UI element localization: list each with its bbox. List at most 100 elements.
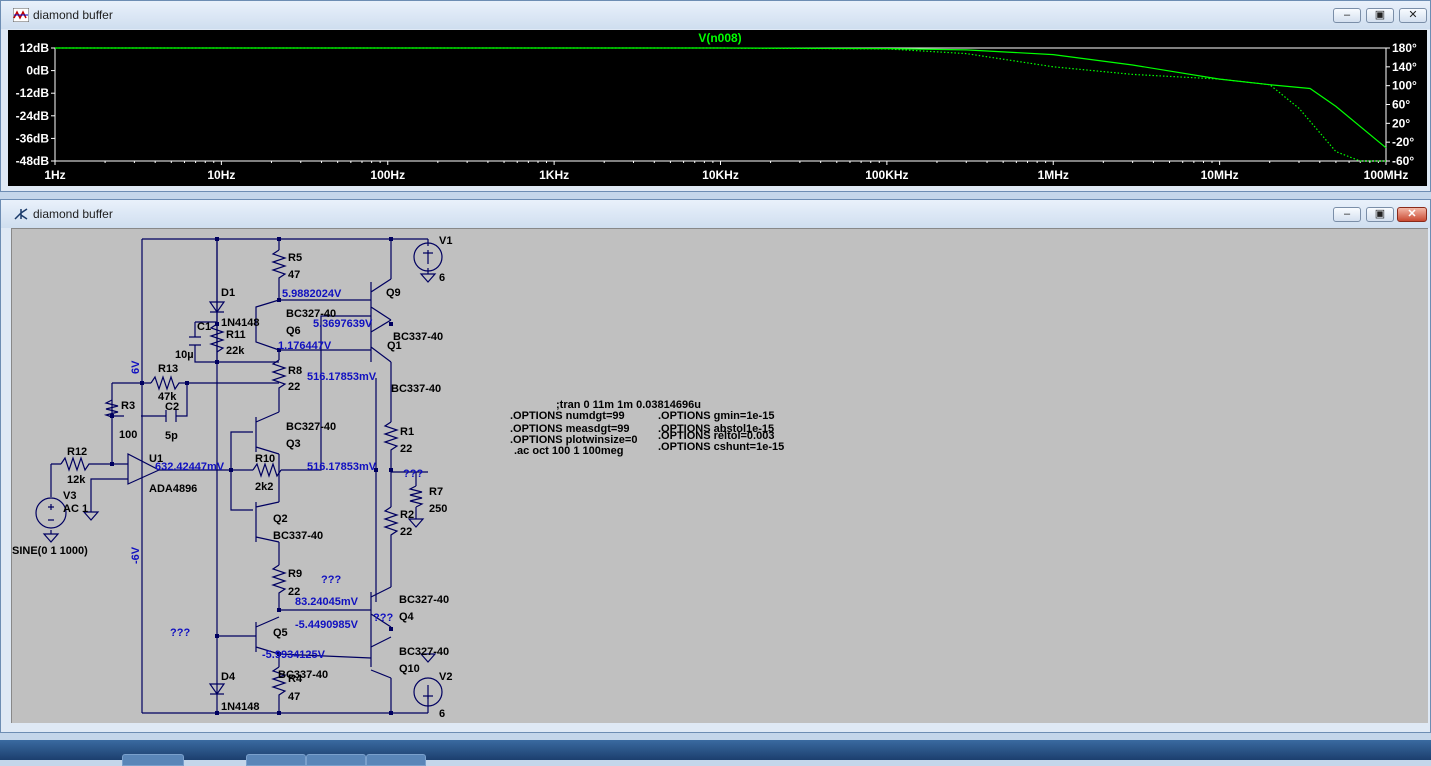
- x-tick-label: 1Hz: [44, 168, 65, 182]
- plus6v-net-label[interactable]: 6V: [130, 360, 142, 374]
- bode-plot-svg: 12dB 0dB -12dB -24dB -36dB -48dB 180° 140° 100° 6…: [16, 31, 1417, 182]
- taskbar-button[interactable]: [122, 754, 184, 766]
- q10-value[interactable]: BC327-40: [399, 646, 449, 658]
- q10-name[interactable]: Q10: [399, 663, 420, 675]
- schematic-window-titlebar[interactable]: diamond buffer ‒ ▣ ✕: [1, 200, 1430, 228]
- voltage-label[interactable]: 516.17853mV: [307, 371, 377, 383]
- voltage-label[interactable]: -5.4490985V: [295, 619, 359, 631]
- r1-name[interactable]: R1: [400, 426, 414, 438]
- d1-value[interactable]: 1N4148: [221, 317, 260, 329]
- r10-value[interactable]: 2k2: [255, 481, 273, 493]
- r8-value[interactable]: 22: [288, 381, 300, 393]
- q4-name[interactable]: Q4: [399, 611, 415, 623]
- q4-value[interactable]: BC327-40: [399, 594, 449, 606]
- voltage-label[interactable]: 83.24045mV: [295, 596, 359, 608]
- c1-value[interactable]: 10µ: [175, 349, 194, 361]
- q3-value[interactable]: BC327-40: [286, 421, 336, 433]
- r4-name[interactable]: R4: [288, 673, 303, 685]
- q1-value[interactable]: BC337-40: [391, 383, 441, 395]
- r7-name[interactable]: R7: [429, 486, 443, 498]
- r5-value[interactable]: 47: [288, 269, 300, 281]
- q9-name[interactable]: Q9: [386, 287, 401, 299]
- trace-label[interactable]: V(n008): [698, 31, 741, 45]
- taskbar-button[interactable]: [246, 754, 306, 766]
- r5-name[interactable]: R5: [288, 252, 302, 264]
- q5-value[interactable]: BC337-40: [278, 669, 328, 681]
- v3-sine[interactable]: SINE(0 1 1000): [12, 545, 88, 557]
- q2-name[interactable]: Q2: [273, 513, 288, 525]
- unknown-label[interactable]: ???: [403, 468, 423, 480]
- r11-name[interactable]: R11: [226, 329, 246, 341]
- minimize-button[interactable]: ‒: [1333, 207, 1361, 222]
- r12-symbol: [60, 456, 91, 472]
- schematic-canvas[interactable]: R5 47 D1 1N4148 C1 10µ R11 22k Q9 BC327-…: [11, 228, 1428, 723]
- r2-name[interactable]: R2: [400, 509, 414, 521]
- c2-value[interactable]: 5p: [165, 430, 178, 442]
- v3-symbol: [35, 497, 67, 529]
- directive-ac[interactable]: .ac oct 100 1 100meg: [514, 445, 623, 457]
- voltage-label[interactable]: -5.9934125V: [262, 649, 326, 661]
- r9-name[interactable]: R9: [288, 568, 302, 580]
- unknown-label[interactable]: ???: [373, 612, 393, 624]
- x-tick-label: 10MHz: [1201, 168, 1239, 182]
- d4-name[interactable]: D4: [221, 671, 236, 683]
- d4-value[interactable]: 1N4148: [221, 701, 260, 713]
- close-button[interactable]: ✕: [1399, 8, 1427, 23]
- phase-trace: [55, 47, 1386, 162]
- junction-dots: [110, 237, 393, 715]
- restore-button[interactable]: ▣: [1366, 8, 1394, 23]
- r10-name[interactable]: R10: [255, 453, 275, 465]
- q5-name[interactable]: Q5: [273, 627, 288, 639]
- voltage-label[interactable]: 5.3697639V: [313, 318, 373, 330]
- taskbar: [0, 740, 1431, 766]
- waveform-icon: [13, 8, 29, 22]
- directive-cshunt[interactable]: .OPTIONS cshunt=1e-15: [658, 441, 784, 453]
- v2-name[interactable]: V2: [439, 671, 452, 683]
- v3-ac[interactable]: AC 1: [63, 503, 88, 515]
- v1-name[interactable]: V1: [439, 235, 452, 247]
- plot-window-titlebar[interactable]: diamond buffer ‒ ▣ ✕: [1, 1, 1430, 29]
- unknown-label[interactable]: ???: [170, 627, 190, 639]
- c2-name[interactable]: C2: [165, 401, 179, 413]
- r1-value[interactable]: 22: [400, 443, 412, 455]
- r4-value[interactable]: 47: [288, 691, 300, 703]
- voltage-label[interactable]: 5.9882024V: [282, 288, 342, 300]
- schematic-icon: [14, 208, 28, 220]
- q6-name[interactable]: Q6: [286, 325, 301, 337]
- directive-numdgt[interactable]: .OPTIONS numdgt=99: [510, 410, 625, 422]
- q2-value[interactable]: BC337-40: [273, 530, 323, 542]
- restore-button[interactable]: ▣: [1366, 207, 1394, 222]
- unknown-label[interactable]: ???: [321, 574, 341, 586]
- close-icon: ✕: [1407, 208, 1417, 220]
- v2-value[interactable]: 6: [439, 708, 445, 720]
- minimize-button[interactable]: ‒: [1333, 8, 1361, 23]
- r3-value[interactable]: 100: [119, 429, 137, 441]
- r7-value[interactable]: 250: [429, 503, 447, 515]
- r13-name[interactable]: R13: [158, 363, 178, 375]
- q1-name[interactable]: Q1: [387, 340, 402, 352]
- restore-icon: ▣: [1374, 208, 1386, 220]
- taskbar-button[interactable]: [306, 754, 366, 766]
- q3-name[interactable]: Q3: [286, 438, 301, 450]
- d1-name[interactable]: D1: [221, 287, 235, 299]
- c1-name[interactable]: C1: [197, 321, 211, 333]
- r2-value[interactable]: 22: [400, 526, 412, 538]
- waveform-plot[interactable]: 12dB 0dB -12dB -24dB -36dB -48dB 180° 140° 100° 6…: [8, 30, 1427, 186]
- u1-value[interactable]: ADA4896: [149, 483, 197, 495]
- r12-value[interactable]: 12k: [67, 474, 86, 486]
- r8-name[interactable]: R8: [288, 365, 302, 377]
- taskbar-button[interactable]: [366, 754, 426, 766]
- r13-symbol: [150, 375, 181, 391]
- close-button[interactable]: ✕: [1397, 207, 1427, 222]
- v3-name[interactable]: V3: [63, 490, 76, 502]
- r3-name[interactable]: R3: [121, 400, 135, 412]
- schematic-svg: R5 47 D1 1N4148 C1 10µ R11 22k Q9 BC327-…: [12, 235, 784, 720]
- r12-name[interactable]: R12: [67, 446, 87, 458]
- r11-value[interactable]: 22k: [226, 345, 245, 357]
- minus6v-net-label[interactable]: -6V: [130, 546, 142, 564]
- voltage-label[interactable]: 632.42447mV: [155, 461, 225, 473]
- voltage-label[interactable]: 1.176447V: [278, 340, 332, 352]
- voltage-label[interactable]: 516.17853mV: [307, 461, 377, 473]
- v1-value[interactable]: 6: [439, 272, 445, 284]
- directive-gmin[interactable]: .OPTIONS gmin=1e-15: [658, 410, 774, 422]
